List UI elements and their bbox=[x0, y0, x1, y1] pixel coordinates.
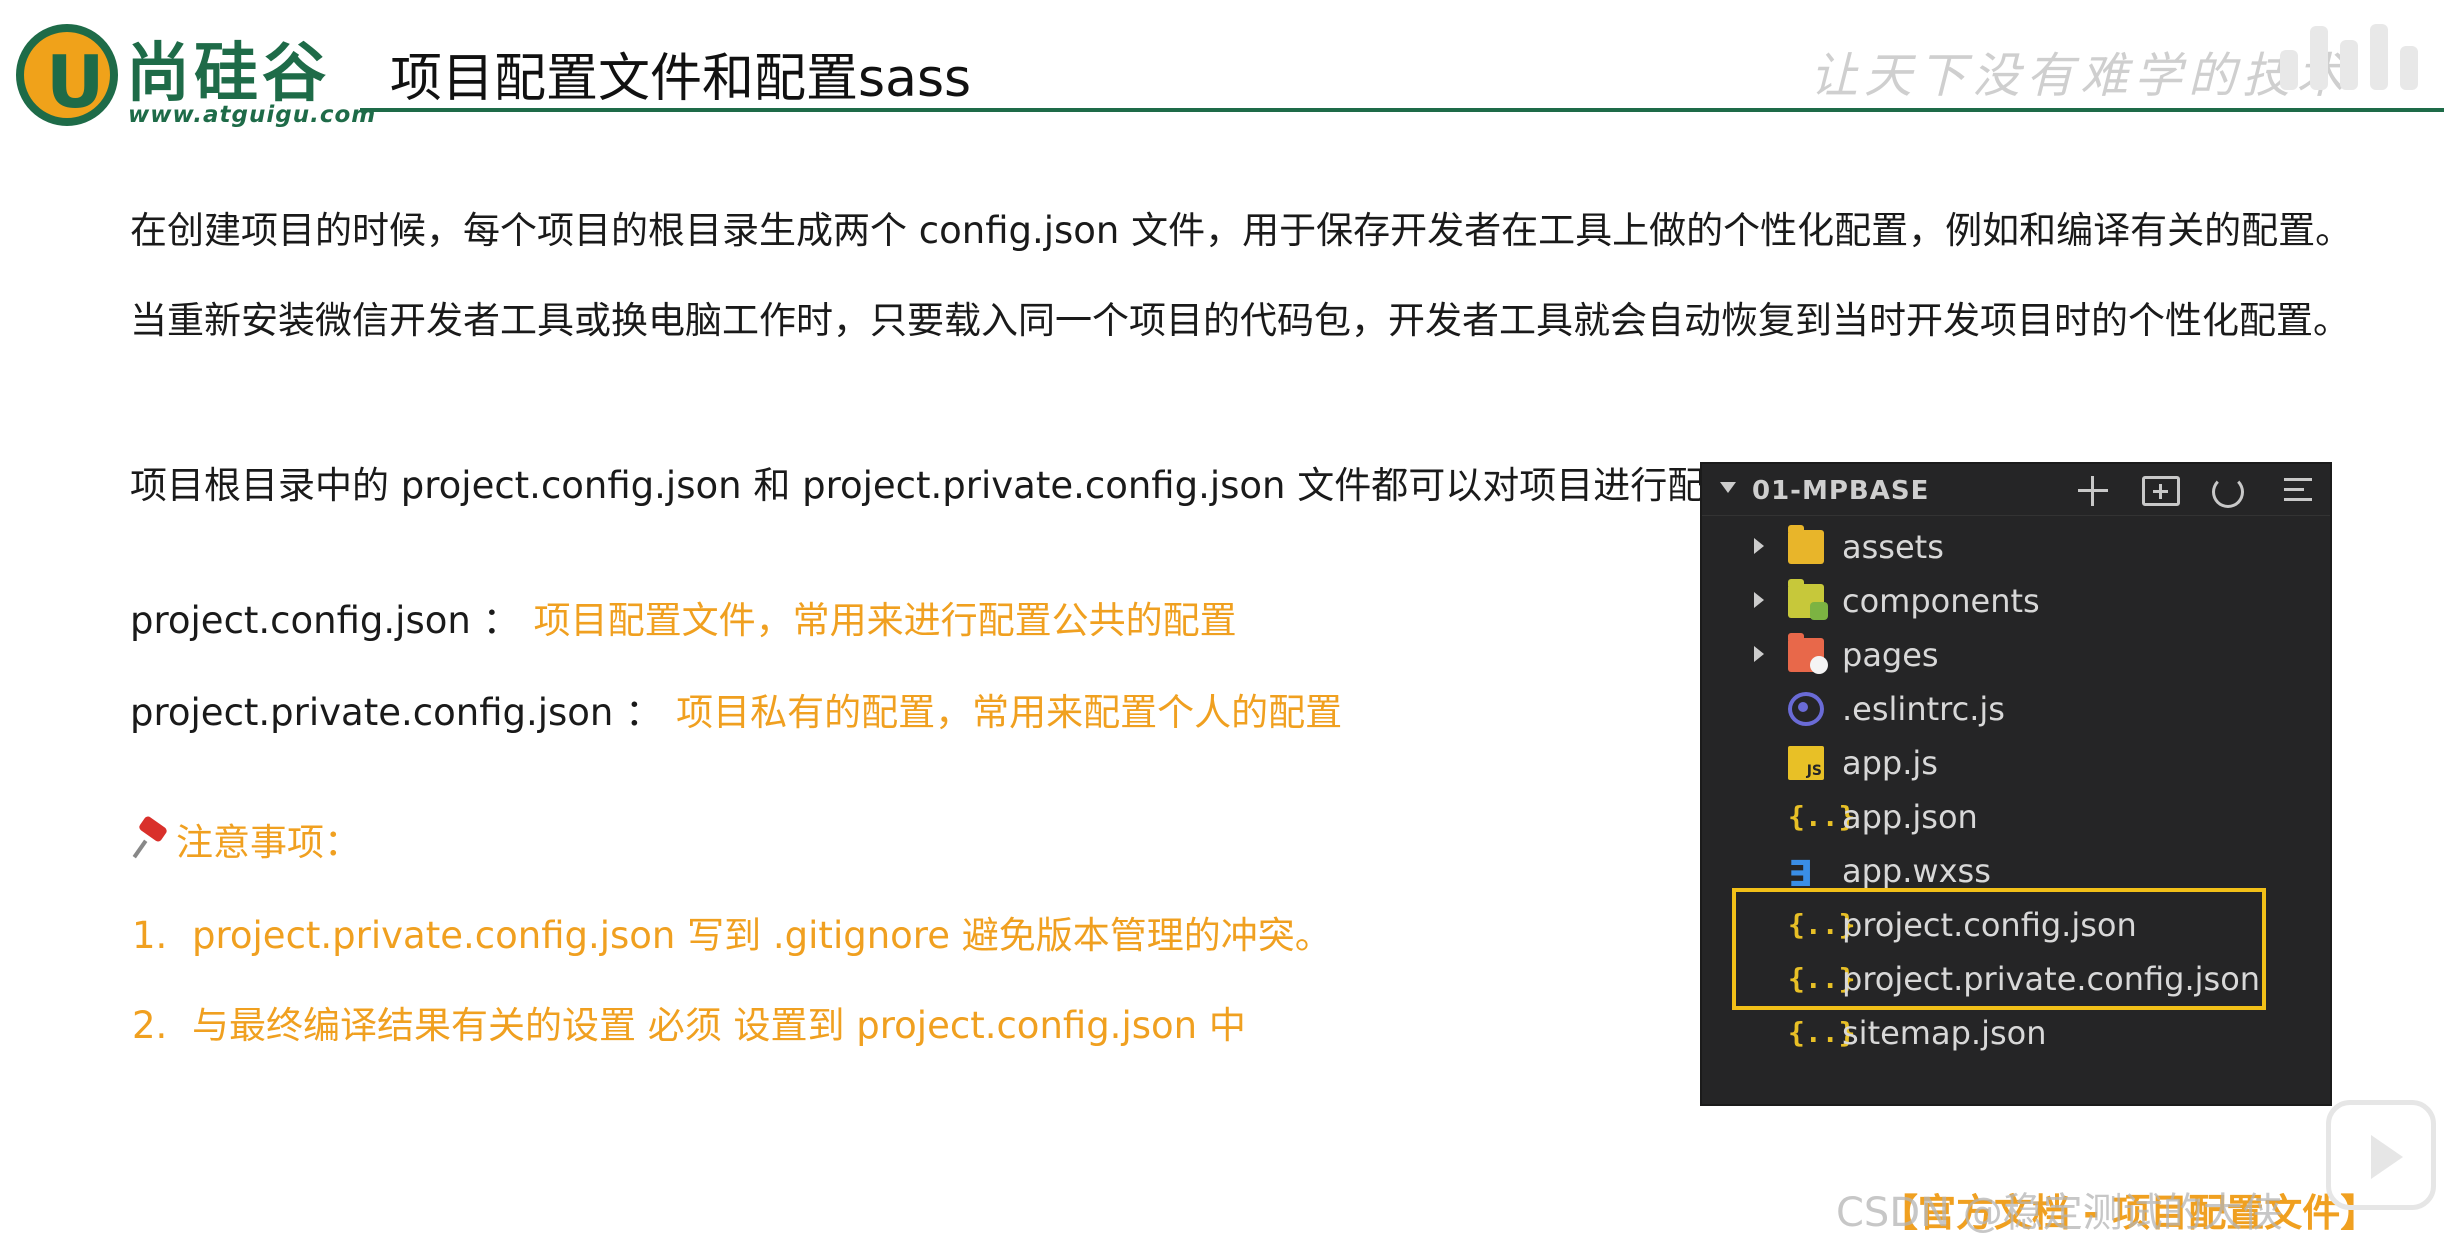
js-file-icon: JS bbox=[1788, 746, 1824, 780]
explorer-item-label: components bbox=[1842, 582, 2040, 620]
note-item: 1. project.private.config.json 写到 .gitign… bbox=[132, 905, 1332, 959]
explorer-item-label: app.wxss bbox=[1842, 852, 1991, 890]
config-key: project.private.config.json ： bbox=[130, 691, 663, 734]
explorer-item-app-json[interactable]: {..} app.json bbox=[1702, 790, 2330, 844]
explorer-item-pages[interactable]: pages bbox=[1702, 628, 2330, 682]
config-item-private: project.private.config.json ： 项目私有的配置，常用来… bbox=[130, 682, 1342, 736]
logo-name: 尚硅谷 bbox=[126, 37, 330, 111]
explorer-item-components[interactable]: components bbox=[1702, 574, 2330, 628]
json-file-icon: {..} bbox=[1788, 800, 1856, 833]
intro-paragraph-2: 当重新安装微信开发者工具或换电脑工作时，只要载入同一个项目的代码包，开发者工具就… bbox=[130, 299, 2350, 342]
atguigu-logo: U 尚硅谷 www.atguigu.com bbox=[16, 18, 375, 133]
slogan-watermark: 让天下没有难学的技术 bbox=[1810, 48, 2351, 104]
note-item: 2. 与最终编译结果有关的设置 必须 设置到 project.config.jso… bbox=[132, 995, 1246, 1049]
folder-icon bbox=[1788, 525, 1824, 564]
config-item-public: project.config.json ： 项目配置文件，常用来进行配置公共的配置 bbox=[130, 590, 1237, 644]
note-text: project.private.config.json 写到 .gitignor… bbox=[192, 914, 1332, 957]
new-folder-icon[interactable] bbox=[2142, 476, 2180, 506]
explorer-item-label: .eslintrc.js bbox=[1842, 690, 2005, 728]
note-number: 1. bbox=[132, 914, 168, 957]
notes-title-text: 注意事项： bbox=[176, 821, 361, 864]
chevron-right-icon[interactable] bbox=[1754, 592, 1764, 608]
play-icon[interactable] bbox=[2326, 1100, 2436, 1210]
explorer-item-label: assets bbox=[1842, 528, 1944, 566]
new-file-icon[interactable] bbox=[2074, 472, 2112, 510]
note-text: 与最终编译结果有关的设置 必须 设置到 project.config.json … bbox=[192, 1004, 1246, 1047]
refresh-icon[interactable] bbox=[2212, 476, 2244, 508]
explorer-item-sitemap[interactable]: {..} sitemap.json bbox=[1702, 1006, 2330, 1060]
config-files-paragraph: 项目根目录中的 project.config.json 和 project.pr… bbox=[130, 464, 1742, 507]
eslint-icon bbox=[1788, 692, 1824, 726]
header-divider bbox=[360, 108, 2444, 112]
notes-title: 注意事项： bbox=[132, 812, 361, 866]
config-key: project.config.json ： bbox=[130, 599, 520, 642]
intro-paragraph-1: 在创建项目的时候，每个项目的根目录生成两个 config.json 文件，用于保… bbox=[130, 209, 2353, 252]
explorer-header[interactable]: 01-MPBASE bbox=[1702, 464, 2330, 516]
pushpin-icon bbox=[132, 814, 170, 859]
css-file-icon: ∃ bbox=[1788, 854, 1813, 895]
folder-components-icon bbox=[1788, 579, 1828, 620]
logo-url: www.atguigu.com bbox=[128, 102, 377, 128]
chevron-right-icon[interactable] bbox=[1754, 646, 1764, 662]
explorer-project-title: 01-MPBASE bbox=[1752, 476, 1930, 506]
note-number: 2. bbox=[132, 1004, 168, 1047]
bilibili-watermark-icon bbox=[2270, 20, 2440, 90]
config-value: 项目私有的配置，常用来配置个人的配置 bbox=[676, 691, 1343, 734]
chevron-right-icon[interactable] bbox=[1754, 538, 1764, 554]
explorer-item-label: app.json bbox=[1842, 798, 1978, 836]
explorer-item-label: pages bbox=[1842, 636, 1939, 674]
config-files-highlight-box bbox=[1732, 888, 2266, 1010]
explorer-item-label: sitemap.json bbox=[1842, 1014, 2047, 1052]
explorer-item-eslintrc[interactable]: .eslintrc.js bbox=[1702, 682, 2330, 736]
collapse-all-icon[interactable] bbox=[2280, 472, 2318, 510]
json-file-icon: {..} bbox=[1788, 1016, 1856, 1049]
page-title: 项目配置文件和配置sass bbox=[390, 49, 972, 109]
explorer-item-assets[interactable]: assets bbox=[1702, 520, 2330, 574]
logo-badge-icon: U bbox=[16, 24, 118, 126]
folder-pages-icon bbox=[1788, 633, 1828, 674]
csdn-watermark: CSDN @稳定测试的大侠 bbox=[1836, 1190, 2283, 1236]
explorer-item-label: app.js bbox=[1842, 744, 1938, 782]
config-value: 项目配置文件，常用来进行配置公共的配置 bbox=[533, 599, 1237, 642]
explorer-item-app-js[interactable]: JS app.js bbox=[1702, 736, 2330, 790]
chevron-down-icon[interactable] bbox=[1720, 482, 1736, 493]
